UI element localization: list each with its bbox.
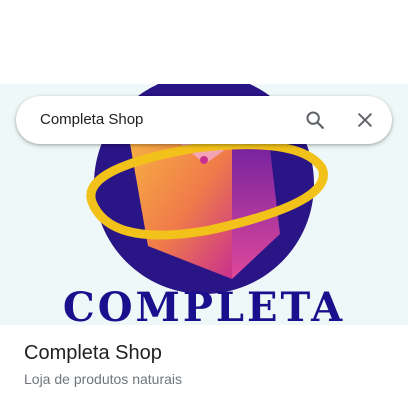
search-bar[interactable]: Completa Shop [16, 96, 392, 144]
logo-wordmark: COMPLETA [62, 284, 346, 326]
close-icon [358, 113, 372, 127]
map-top-area [0, 0, 408, 84]
place-info-panel: Completa Shop Loja de produtos naturais [0, 325, 408, 408]
search-button[interactable] [301, 106, 329, 134]
search-input[interactable]: Completa Shop [40, 96, 143, 144]
clear-search-button[interactable] [351, 106, 379, 134]
place-category: Loja de produtos naturais [24, 371, 182, 387]
place-title: Completa Shop [24, 342, 162, 364]
search-icon [306, 111, 324, 129]
